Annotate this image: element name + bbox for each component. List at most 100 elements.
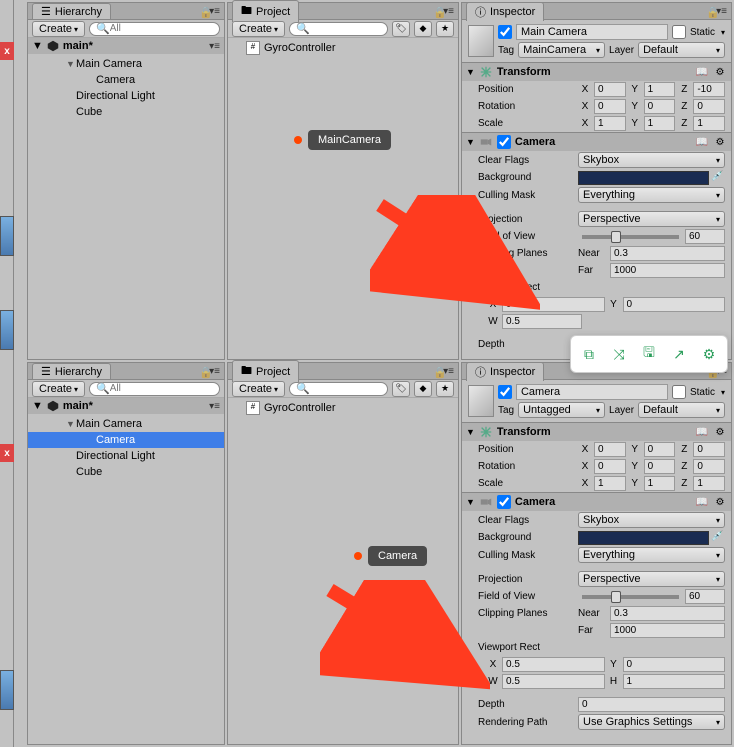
panel-menu-icon[interactable]: ▾≡ <box>209 366 220 377</box>
favorite-icon[interactable]: ★ <box>436 381 454 397</box>
rot-x-input[interactable] <box>594 99 626 114</box>
scene-menu-icon[interactable]: ▾≡ <box>209 41 220 52</box>
filter-type-icon[interactable]: ◆ <box>414 381 432 397</box>
projection-dropdown[interactable]: Perspective▾ <box>578 211 725 227</box>
filter-type-icon[interactable]: ◆ <box>414 21 432 37</box>
save-icon[interactable]: 🖫 <box>635 340 663 368</box>
chevron-down-icon[interactable]: ▼ <box>32 400 43 412</box>
scale-x-input[interactable] <box>594 476 626 491</box>
static-checkbox[interactable] <box>672 25 686 39</box>
favorite-icon[interactable]: ★ <box>436 21 454 37</box>
far-input[interactable] <box>610 623 725 638</box>
name-input[interactable] <box>516 384 668 400</box>
near-input[interactable] <box>610 246 725 261</box>
cullingmask-dropdown[interactable]: Everything▾ <box>578 547 725 563</box>
viewport-x-input[interactable] <box>502 657 605 672</box>
gear-icon[interactable]: ⚙ <box>713 135 727 149</box>
depth-input[interactable] <box>578 697 725 712</box>
layer-dropdown[interactable]: Default▾ <box>638 402 725 418</box>
search-input[interactable]: 🔍 <box>289 382 388 396</box>
camera-enabled-checkbox[interactable] <box>497 495 511 509</box>
tab-hierarchy[interactable]: ☰Hierarchy <box>32 3 111 19</box>
create-button[interactable]: Create▾ <box>32 21 85 37</box>
lock-icon[interactable]: 🔒 <box>433 366 443 376</box>
search-input[interactable]: 🔍 <box>289 22 388 36</box>
tree-item-directional-light[interactable]: Directional Light <box>28 448 224 464</box>
transform-header[interactable]: ▼ Transform 📖 ⚙ <box>462 422 731 441</box>
tree-item-directional-light[interactable]: Directional Light <box>28 88 224 104</box>
search-field[interactable] <box>310 23 381 34</box>
share-icon[interactable]: ↗ <box>665 340 693 368</box>
rot-x-input[interactable] <box>594 459 626 474</box>
name-input[interactable] <box>516 24 668 40</box>
pos-x-input[interactable] <box>594 82 626 97</box>
shuffle-icon[interactable]: ⤨ <box>605 340 633 368</box>
pos-z-input[interactable] <box>693 442 725 457</box>
help-icon[interactable]: 📖 <box>695 495 709 509</box>
pos-y-input[interactable] <box>644 442 676 457</box>
far-input[interactable] <box>610 263 725 278</box>
fov-slider[interactable] <box>582 235 679 239</box>
camera-header[interactable]: ▼ Camera 📖 ⚙ <box>462 492 731 511</box>
lock-icon[interactable]: 🔒 <box>199 6 209 16</box>
layer-dropdown[interactable]: Default▾ <box>638 42 725 58</box>
pos-x-input[interactable] <box>594 442 626 457</box>
tag-dropdown[interactable]: MainCamera▾ <box>518 42 605 58</box>
create-button[interactable]: Create▾ <box>232 21 285 37</box>
clearflags-dropdown[interactable]: Skybox▾ <box>578 152 725 168</box>
chevron-down-icon[interactable]: ▼ <box>66 59 76 69</box>
scale-z-input[interactable] <box>693 476 725 491</box>
chevron-down-icon[interactable]: ▼ <box>466 137 475 147</box>
viewport-y-input[interactable] <box>623 657 726 672</box>
rot-y-input[interactable] <box>644 459 676 474</box>
scale-y-input[interactable] <box>644 476 676 491</box>
search-field[interactable] <box>110 23 213 34</box>
gear-icon[interactable]: ⚙ <box>713 495 727 509</box>
gear-icon[interactable]: ⚙ <box>713 425 727 439</box>
fov-input[interactable] <box>685 229 725 244</box>
copy-icon[interactable]: ⧉ <box>575 340 603 368</box>
search-input[interactable]: 🔍 <box>89 22 220 36</box>
viewport-h-input[interactable] <box>623 674 726 689</box>
active-checkbox[interactable] <box>498 25 512 39</box>
chevron-down-icon[interactable]: ▼ <box>466 427 475 437</box>
scale-z-input[interactable] <box>693 116 725 131</box>
gameobject-icon[interactable] <box>468 385 494 417</box>
tab-inspector[interactable]: ⓘInspector <box>466 2 544 21</box>
chevron-down-icon[interactable]: ▼ <box>466 67 475 77</box>
tree-item-main-camera[interactable]: ▼Main Camera <box>28 416 224 432</box>
scale-x-input[interactable] <box>594 116 626 131</box>
help-icon[interactable]: 📖 <box>695 425 709 439</box>
tab-project[interactable]: 🖿Project <box>232 0 299 22</box>
close-badge[interactable]: x <box>0 42 14 60</box>
rot-z-input[interactable] <box>693 459 725 474</box>
tree-item-cube[interactable]: Cube <box>28 464 224 480</box>
search-field[interactable] <box>310 383 381 394</box>
camera-header[interactable]: ▼ Camera 📖 ⚙ <box>462 132 731 151</box>
panel-menu-icon[interactable]: ▾≡ <box>443 366 454 377</box>
help-icon[interactable]: 📖 <box>695 65 709 79</box>
gameobject-icon[interactable] <box>468 25 494 57</box>
viewport-w-input[interactable] <box>502 674 605 689</box>
viewport-x-input[interactable] <box>502 297 605 312</box>
eyedropper-icon[interactable]: 💉 <box>711 531 725 545</box>
viewport-y-input[interactable] <box>623 297 726 312</box>
clearflags-dropdown[interactable]: Skybox▾ <box>578 512 725 528</box>
projection-dropdown[interactable]: Perspective▾ <box>578 571 725 587</box>
near-input[interactable] <box>610 606 725 621</box>
scene-menu-icon[interactable]: ▾≡ <box>209 401 220 412</box>
create-button[interactable]: Create▾ <box>232 381 285 397</box>
pos-y-input[interactable] <box>644 82 676 97</box>
scale-y-input[interactable] <box>644 116 676 131</box>
panel-menu-icon[interactable]: ▾≡ <box>209 6 220 17</box>
tab-hierarchy[interactable]: ☰Hierarchy <box>32 363 111 379</box>
tab-project[interactable]: 🖿Project <box>232 360 299 382</box>
lock-icon[interactable]: 🔒 <box>706 6 716 16</box>
tree-item-camera[interactable]: Camera <box>28 432 224 448</box>
fov-slider[interactable] <box>582 595 679 599</box>
scene-row[interactable]: ▼ main* ▾≡ <box>28 398 224 414</box>
cullingmask-dropdown[interactable]: Everything▾ <box>578 187 725 203</box>
tab-inspector[interactable]: ⓘInspector <box>466 362 544 381</box>
close-badge[interactable]: x <box>0 444 14 462</box>
chevron-down-icon[interactable]: ▼ <box>66 419 76 429</box>
